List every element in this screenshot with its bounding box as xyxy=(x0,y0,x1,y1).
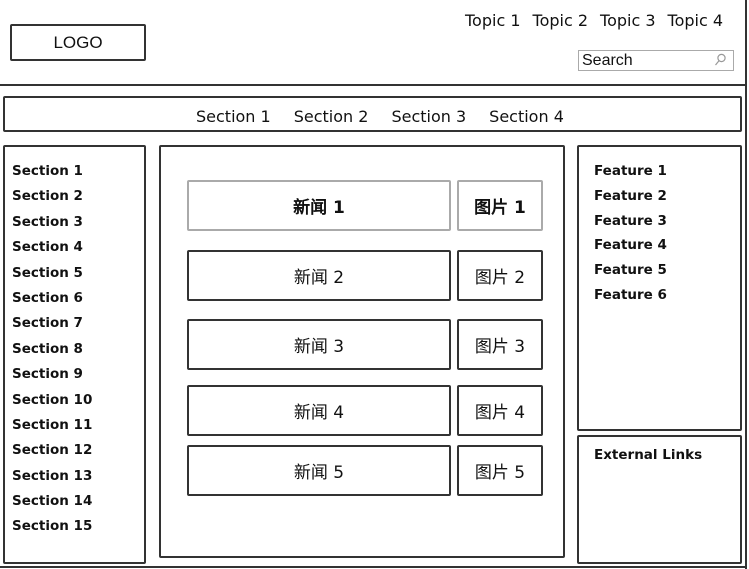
feature-item[interactable]: Feature 6 xyxy=(594,285,667,310)
feature-item[interactable]: Feature 1 xyxy=(594,161,667,186)
topic-link-2[interactable]: Topic 2 xyxy=(533,11,589,30)
header-divider xyxy=(0,84,747,86)
picture-item[interactable]: 图片 3 xyxy=(457,319,543,370)
sidebar-item[interactable]: Section 7 xyxy=(12,313,92,338)
news-item[interactable]: 新闻 3 xyxy=(187,319,451,370)
search-box xyxy=(578,50,734,71)
feature-item[interactable]: Feature 2 xyxy=(594,186,667,211)
picture-item[interactable]: 图片 1 xyxy=(457,180,543,231)
section-tab-4[interactable]: Section 4 xyxy=(489,107,564,126)
topic-link-3[interactable]: Topic 3 xyxy=(600,11,656,30)
news-item[interactable]: 新闻 5 xyxy=(187,445,451,496)
sidebar-item[interactable]: Section 12 xyxy=(12,440,92,465)
sidebar-item[interactable]: Section 5 xyxy=(12,263,92,288)
logo[interactable]: LOGO xyxy=(10,24,146,61)
feature-item[interactable]: Feature 5 xyxy=(594,260,667,285)
feature-item[interactable]: Feature 3 xyxy=(594,211,667,236)
news-item[interactable]: 新闻 4 xyxy=(187,385,451,436)
section-nav: Section 1 Section 2 Section 3 Section 4 xyxy=(196,107,587,126)
section-tab-2[interactable]: Section 2 xyxy=(294,107,369,126)
sidebar-item[interactable]: Section 6 xyxy=(12,288,92,313)
picture-item[interactable]: 图片 5 xyxy=(457,445,543,496)
topic-nav: Topic 1 Topic 2 Topic 3 Topic 4 xyxy=(465,11,723,30)
sidebar-item[interactable]: Section 15 xyxy=(12,516,92,541)
sidebar-item[interactable]: Section 14 xyxy=(12,491,92,516)
sidebar-item[interactable]: Section 13 xyxy=(12,466,92,491)
left-sidebar-list: Section 1 Section 2 Section 3 Section 4 … xyxy=(12,161,92,542)
sidebar-item[interactable]: Section 4 xyxy=(12,237,92,262)
sidebar-item[interactable]: Section 9 xyxy=(12,364,92,389)
feature-item[interactable]: Feature 4 xyxy=(594,235,667,260)
page-bottom-border xyxy=(0,566,747,568)
section-tab-3[interactable]: Section 3 xyxy=(391,107,466,126)
topic-link-4[interactable]: Topic 4 xyxy=(668,11,724,30)
sidebar-item[interactable]: Section 1 xyxy=(12,161,92,186)
sidebar-item[interactable]: Section 10 xyxy=(12,390,92,415)
picture-item[interactable]: 图片 4 xyxy=(457,385,543,436)
sidebar-item[interactable]: Section 8 xyxy=(12,339,92,364)
search-icon[interactable] xyxy=(712,52,728,68)
sidebar-item[interactable]: Section 2 xyxy=(12,186,92,211)
sidebar-item[interactable]: Section 3 xyxy=(12,212,92,237)
external-links-title: External Links xyxy=(594,447,703,463)
news-item[interactable]: 新闻 1 xyxy=(187,180,451,231)
picture-item[interactable]: 图片 2 xyxy=(457,250,543,301)
topic-link-1[interactable]: Topic 1 xyxy=(465,11,521,30)
news-item[interactable]: 新闻 2 xyxy=(187,250,451,301)
sidebar-item[interactable]: Section 11 xyxy=(12,415,92,440)
section-tab-1[interactable]: Section 1 xyxy=(196,107,271,126)
search-input[interactable] xyxy=(582,51,710,70)
feature-list: Feature 1 Feature 2 Feature 3 Feature 4 … xyxy=(594,161,667,310)
